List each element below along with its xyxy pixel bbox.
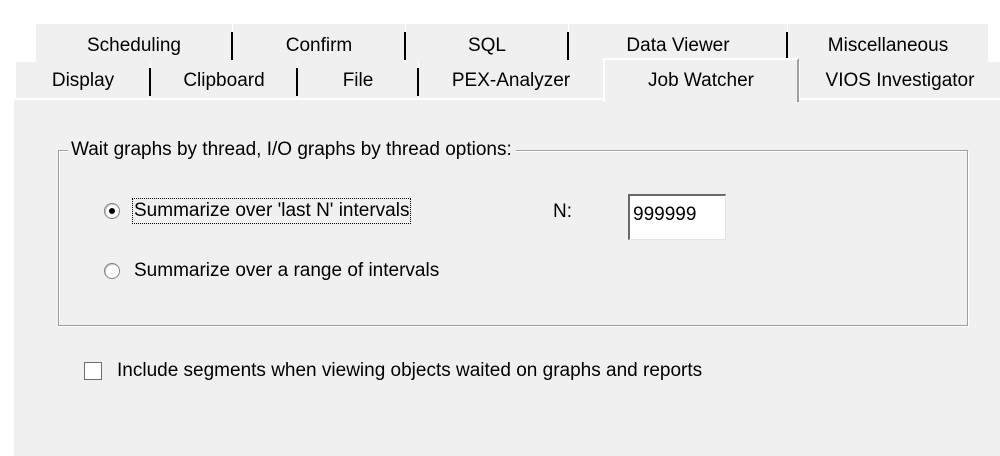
include-segments-checkbox[interactable] — [84, 362, 102, 380]
tab-label: VIOS Investigator — [825, 70, 975, 91]
n-label: N: — [553, 201, 572, 222]
tab-scheduling[interactable]: Scheduling — [36, 24, 232, 62]
radio-button[interactable] — [104, 263, 120, 279]
thread-options-group — [58, 150, 968, 326]
tab-clipboard[interactable]: Clipboard — [151, 62, 297, 100]
tab-data-viewer[interactable]: Data Viewer — [569, 24, 787, 62]
tab-label: Data Viewer — [626, 35, 730, 56]
tab-label: Display — [51, 70, 115, 91]
radio-label: Summarize over 'last N' intervals — [131, 198, 412, 224]
radio-range-of-intervals[interactable]: Summarize over a range of intervals — [104, 260, 439, 282]
radio-last-n-intervals[interactable]: Summarize over 'last N' intervals — [104, 198, 412, 224]
tab-label: SQL — [467, 35, 507, 56]
tab-label: Job Watcher — [648, 70, 754, 91]
n-input[interactable]: 999999 — [628, 194, 726, 240]
group-title: Wait graphs by thread, I/O graphs by thr… — [68, 138, 516, 162]
radio-selected-dot — [109, 208, 115, 214]
tab-file[interactable]: File — [298, 62, 418, 100]
tab-confirm[interactable]: Confirm — [233, 24, 405, 62]
tab-sql[interactable]: SQL — [406, 24, 568, 62]
radio-label: Summarize over a range of intervals — [134, 260, 440, 281]
tab-label: Clipboard — [183, 70, 265, 91]
tab-vios-investigator[interactable]: VIOS Investigator — [800, 62, 1000, 100]
tab-label: Miscellaneous — [827, 35, 949, 56]
tab-job-watcher[interactable]: Job Watcher — [603, 58, 799, 102]
options-dialog: Scheduling Confirm SQL Data Viewer Misce… — [0, 0, 1000, 456]
include-segments-checkbox-row[interactable]: Include segments when viewing objects wa… — [84, 360, 702, 382]
tab-label: File — [342, 70, 374, 91]
checkbox-label: Include segments when viewing objects wa… — [117, 360, 703, 381]
tab-label: Confirm — [285, 35, 353, 56]
radio-button[interactable] — [104, 203, 120, 219]
tab-label: PEX-Analyzer — [451, 70, 571, 91]
tab-display[interactable]: Display — [16, 62, 150, 100]
tab-pex-analyzer[interactable]: PEX-Analyzer — [419, 62, 603, 100]
tab-label: Scheduling — [86, 35, 182, 56]
tab-miscellaneous[interactable]: Miscellaneous — [788, 24, 988, 62]
